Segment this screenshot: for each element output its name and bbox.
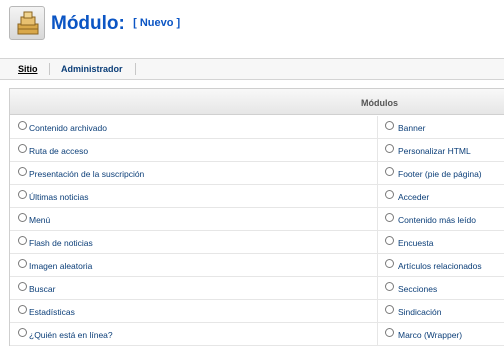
- tab-bar: Sitio Administrador: [0, 58, 504, 80]
- radio-button[interactable]: [385, 144, 394, 153]
- module-option[interactable]: Contenido más leído: [378, 208, 504, 231]
- modules-header-label: Módulos: [361, 98, 398, 108]
- radio-button[interactable]: [385, 328, 394, 337]
- module-option-label[interactable]: Marco (Wrapper): [398, 330, 462, 340]
- module-option-label[interactable]: Sindicación: [398, 307, 441, 317]
- radio-button[interactable]: [18, 144, 27, 153]
- module-option-label[interactable]: Ruta de acceso: [29, 146, 88, 156]
- module-option-label[interactable]: Buscar: [29, 284, 55, 294]
- radio-button[interactable]: [18, 213, 27, 222]
- page-title: Módulo: [ Nuevo ]: [51, 13, 180, 35]
- module-option-label[interactable]: Secciones: [398, 284, 437, 294]
- module-option[interactable]: Menú: [10, 208, 378, 231]
- module-option-label[interactable]: Presentación de la suscripción: [29, 169, 144, 179]
- module-option-label[interactable]: Acceder: [398, 192, 429, 202]
- module-option-label[interactable]: Flash de noticias: [29, 238, 93, 248]
- module-option-label[interactable]: Artículos relacionados: [398, 261, 482, 271]
- page-subtitle: [ Nuevo ]: [133, 17, 181, 29]
- radio-button[interactable]: [18, 259, 27, 268]
- module-option[interactable]: Contenido archivado: [10, 116, 378, 139]
- module-manager-icon: [9, 6, 45, 40]
- radio-button[interactable]: [385, 259, 394, 268]
- module-option-label[interactable]: Imagen aleatoria: [29, 261, 92, 271]
- tab-administrador[interactable]: Administrador: [61, 64, 123, 74]
- radio-button[interactable]: [385, 282, 394, 291]
- module-option[interactable]: Acceder: [378, 185, 504, 208]
- radio-button[interactable]: [385, 167, 394, 176]
- radio-button[interactable]: [385, 213, 394, 222]
- radio-button[interactable]: [385, 190, 394, 199]
- radio-button[interactable]: [18, 305, 27, 314]
- radio-button[interactable]: [385, 236, 394, 245]
- module-option[interactable]: Banner: [378, 116, 504, 139]
- module-option[interactable]: Ruta de acceso: [10, 139, 378, 162]
- module-option[interactable]: Personalizar HTML: [378, 139, 504, 162]
- tab-sitio[interactable]: Sitio: [18, 64, 38, 74]
- tab-separator: [135, 63, 136, 75]
- page-header: Módulo: [ Nuevo ]: [0, 0, 504, 50]
- module-option[interactable]: ¿Quién está en línea?: [10, 323, 378, 346]
- module-option[interactable]: Imagen aleatoria: [10, 254, 378, 277]
- module-option-label[interactable]: Estadísticas: [29, 307, 75, 317]
- module-option-label[interactable]: Personalizar HTML: [398, 146, 471, 156]
- module-option-label[interactable]: ¿Quién está en línea?: [29, 330, 113, 340]
- radio-button[interactable]: [18, 236, 27, 245]
- module-option[interactable]: Secciones: [378, 277, 504, 300]
- module-option[interactable]: Footer (pie de página): [378, 162, 504, 185]
- page-title-text: Módulo:: [51, 13, 125, 34]
- module-option[interactable]: Presentación de la suscripción: [10, 162, 378, 185]
- module-option-label[interactable]: Footer (pie de página): [398, 169, 482, 179]
- radio-button[interactable]: [385, 305, 394, 314]
- module-option[interactable]: Sindicación: [378, 300, 504, 323]
- module-option-label[interactable]: Contenido más leído: [398, 215, 476, 225]
- radio-button[interactable]: [18, 190, 27, 199]
- radio-button[interactable]: [18, 167, 27, 176]
- modules-panel: Módulos Contenido archivado Ruta de acce…: [9, 88, 504, 346]
- module-option-label[interactable]: Contenido archivado: [29, 123, 107, 133]
- module-option[interactable]: Artículos relacionados: [378, 254, 504, 277]
- module-option[interactable]: Marco (Wrapper): [378, 323, 504, 346]
- radio-button[interactable]: [385, 121, 394, 130]
- module-option[interactable]: Flash de noticias: [10, 231, 378, 254]
- module-option-label[interactable]: Últimas noticias: [29, 192, 89, 202]
- module-option-label[interactable]: Banner: [398, 123, 425, 133]
- radio-button[interactable]: [18, 121, 27, 130]
- module-option-label[interactable]: Menú: [29, 215, 50, 225]
- tab-separator: [49, 63, 50, 75]
- radio-button[interactable]: [18, 282, 27, 291]
- radio-button[interactable]: [18, 328, 27, 337]
- module-option[interactable]: Buscar: [10, 277, 378, 300]
- module-option-label[interactable]: Encuesta: [398, 238, 433, 248]
- modules-panel-header: Módulos: [10, 89, 504, 115]
- module-option[interactable]: Encuesta: [378, 231, 504, 254]
- module-option[interactable]: Últimas noticias: [10, 185, 378, 208]
- module-option[interactable]: Estadísticas: [10, 300, 378, 323]
